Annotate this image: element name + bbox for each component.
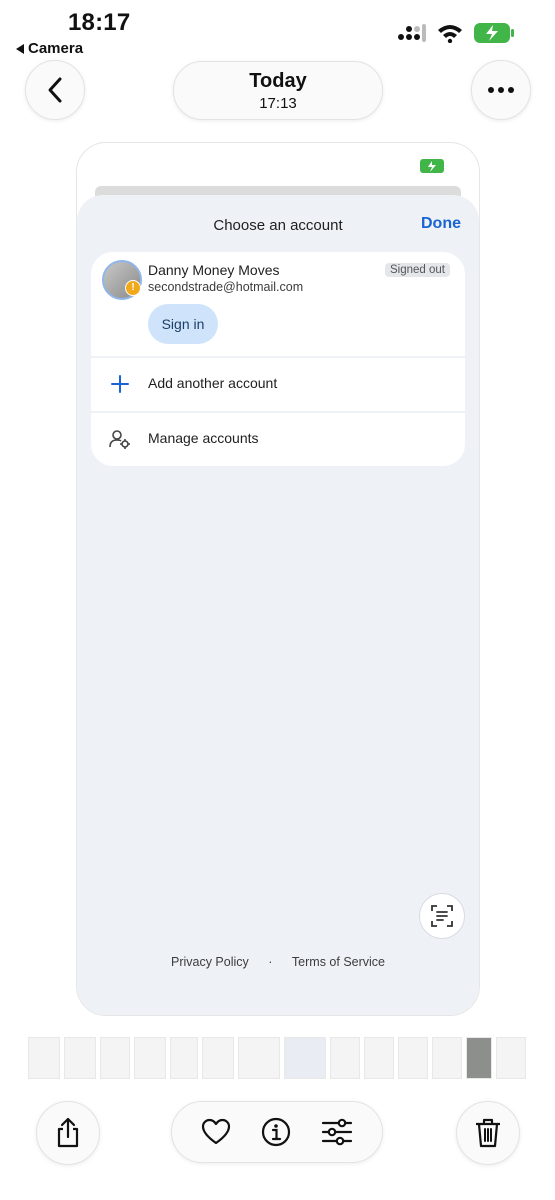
inner-battery-icon — [420, 159, 444, 173]
thumbnail[interactable] — [238, 1037, 280, 1079]
thumbnail[interactable] — [466, 1037, 492, 1079]
thumbnail[interactable] — [398, 1037, 428, 1079]
warning-badge-icon: ! — [125, 280, 141, 296]
thumbnail[interactable] — [330, 1037, 360, 1079]
account-email: secondstrade@hotmail.com — [148, 280, 304, 294]
add-account-item[interactable]: Add another account — [91, 358, 465, 413]
account-name: Danny Money Moves — [148, 262, 280, 278]
manage-accounts-label: Manage accounts — [148, 430, 259, 446]
thumbnail[interactable] — [170, 1037, 198, 1079]
wifi-icon — [438, 25, 462, 43]
more-button[interactable] — [471, 60, 531, 120]
heart-icon[interactable] — [201, 1118, 231, 1146]
add-account-label: Add another account — [148, 375, 278, 391]
chevron-left-icon — [48, 77, 62, 103]
thumbnail[interactable] — [100, 1037, 130, 1079]
status-icons — [397, 22, 515, 44]
thumbnail[interactable] — [28, 1037, 60, 1079]
done-button[interactable]: Done — [421, 215, 461, 233]
back-app-label: Camera — [28, 40, 84, 57]
manage-accounts-item[interactable]: Manage accounts — [91, 413, 465, 466]
date-title-pill: Today 17:13 — [173, 61, 383, 120]
accounts-card: ! Danny Money Moves secondstrade@hotmail… — [91, 252, 465, 466]
status-badge: Signed out — [385, 263, 450, 277]
thumbnail[interactable] — [364, 1037, 394, 1079]
screenshot-preview: Choose an account Done ! Danny Money Mov… — [76, 142, 480, 1016]
share-icon — [57, 1117, 79, 1148]
sheet-title: Choose an account — [213, 217, 343, 234]
thumbnail[interactable] — [202, 1037, 234, 1079]
account-item[interactable]: ! Danny Money Moves secondstrade@hotmail… — [91, 252, 465, 358]
info-icon[interactable] — [261, 1117, 291, 1147]
share-button[interactable] — [36, 1101, 100, 1165]
ellipsis-icon — [488, 87, 514, 93]
sign-in-button[interactable]: Sign in — [148, 304, 218, 344]
thumbnail[interactable] — [134, 1037, 166, 1079]
page-subtitle-time: 17:13 — [259, 95, 297, 112]
privacy-policy-link[interactable]: Privacy Policy — [171, 955, 249, 969]
back-button[interactable] — [25, 60, 85, 120]
delete-button[interactable] — [456, 1101, 520, 1165]
thumbnail[interactable] — [432, 1037, 462, 1079]
footer-separator: · — [268, 955, 273, 969]
terms-of-service-link[interactable]: Terms of Service — [292, 955, 385, 969]
trash-icon — [476, 1118, 500, 1148]
cellular-signal-icon — [398, 24, 426, 42]
footer-links: Privacy Policy · Terms of Service — [77, 955, 479, 969]
battery-charging-icon — [474, 23, 514, 43]
back-to-camera-link[interactable]: Camera — [16, 40, 83, 57]
scan-text-button[interactable] — [419, 893, 465, 939]
page-title: Today — [249, 70, 307, 92]
plus-icon — [111, 375, 129, 393]
back-triangle-icon — [16, 43, 24, 54]
thumbnail[interactable] — [284, 1037, 326, 1079]
photo-actions-toolbar — [171, 1101, 383, 1163]
status-time: 18:17 — [68, 9, 131, 36]
manage-accounts-icon — [109, 430, 130, 449]
thumbnail[interactable] — [64, 1037, 96, 1079]
sliders-icon[interactable] — [321, 1118, 353, 1146]
thumbnail[interactable] — [496, 1037, 526, 1079]
text-scan-icon — [431, 905, 453, 927]
thumbnail-strip[interactable] — [28, 1037, 528, 1079]
